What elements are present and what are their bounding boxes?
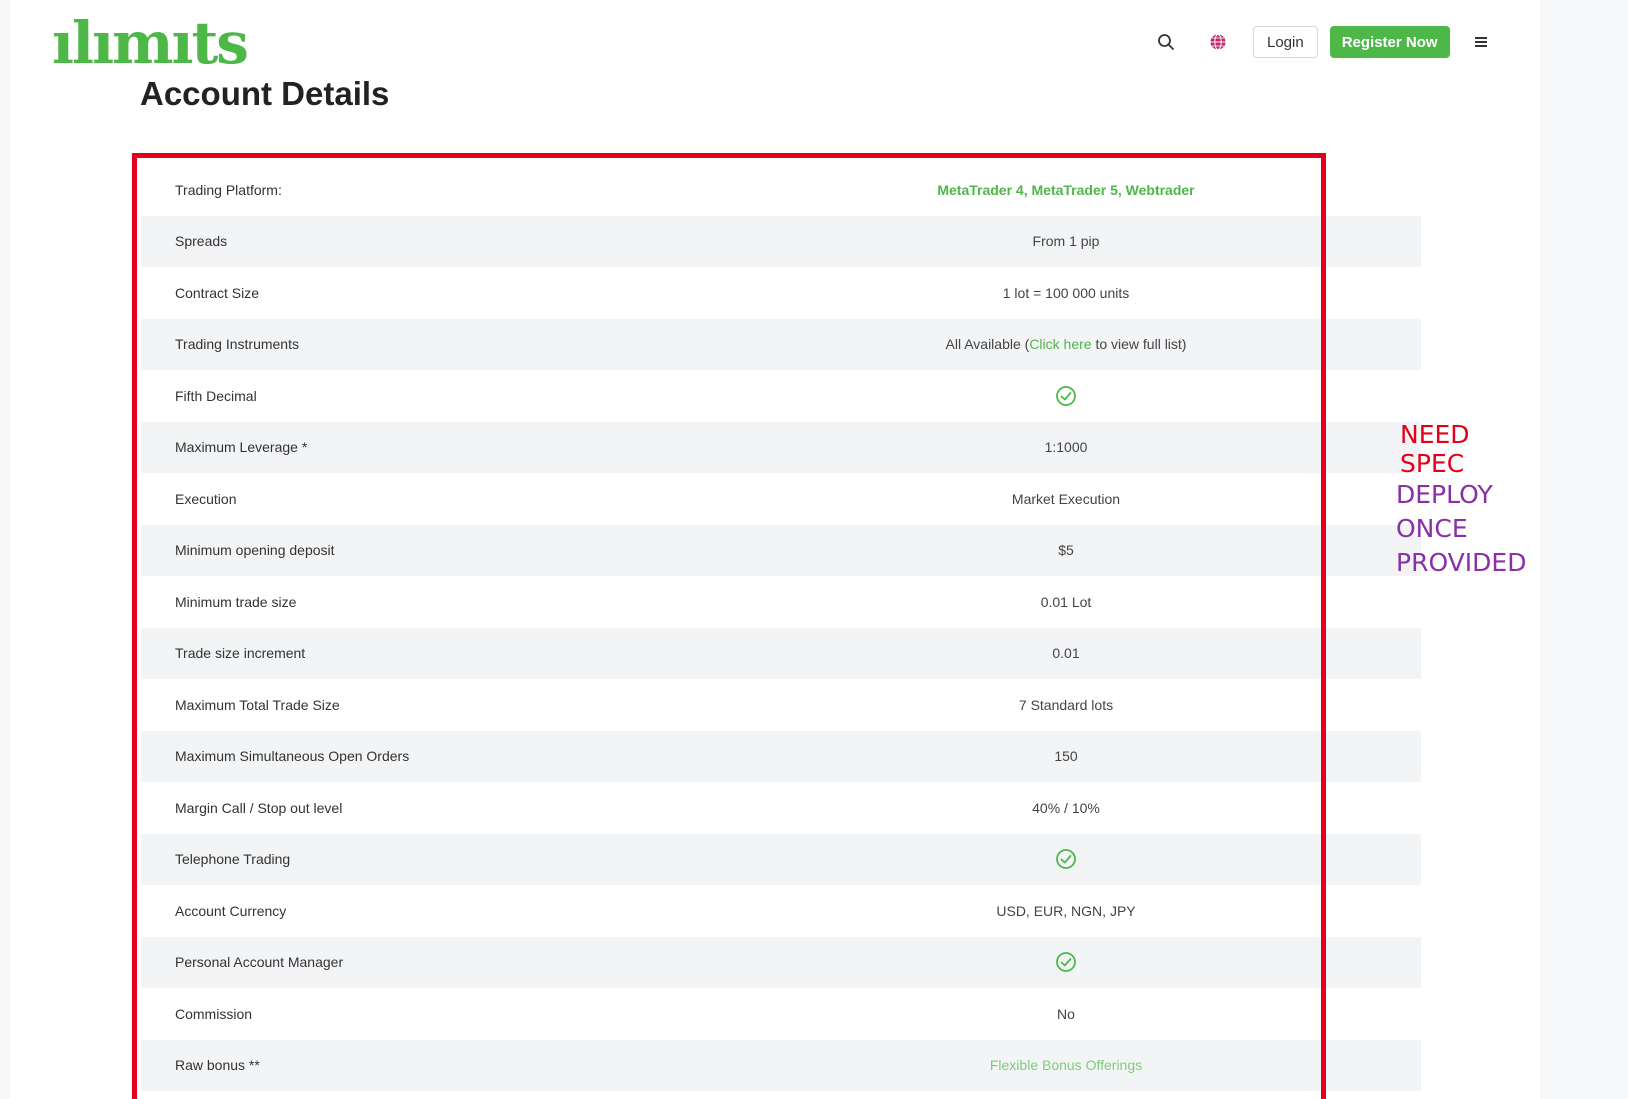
table-row: Minimum trade size 0.01 Lot [141, 576, 1421, 628]
row-label: Margin Call / Stop out level [175, 799, 343, 816]
table-row: Fifth Decimal [141, 370, 1421, 422]
table-row: Trade size increment 0.01 [141, 627, 1421, 679]
row-label: Spreads [175, 233, 228, 250]
row-label: Account Currency [175, 902, 287, 919]
row-value: All Available (Click here to view full l… [811, 336, 1321, 352]
check-circle-icon [1055, 848, 1077, 870]
table-row: Execution Market Execution [141, 473, 1421, 525]
table-row: Maximum Leverage * 1:1000 [141, 421, 1421, 473]
row-value: From 1 pip [1032, 233, 1100, 250]
login-button[interactable]: Login [1253, 26, 1318, 58]
row-value [811, 848, 1321, 870]
table-row: Maximum Total Trade Size 7 Standard lots [141, 679, 1421, 731]
deploy-note-line-2: PROVIDED [1396, 548, 1527, 577]
row-label: Maximum Total Trade Size [175, 696, 340, 713]
row-label: Trading Platform: [175, 181, 282, 198]
view-instruments-link[interactable]: Click here [1029, 336, 1091, 352]
row-value: 150 [1054, 748, 1078, 765]
row-value [811, 951, 1321, 973]
row-label: Contract Size [175, 284, 260, 301]
check-circle-icon [1055, 951, 1077, 973]
row-value: MetaTrader 4, MetaTrader 5, Webtrader [937, 181, 1195, 198]
row-value: 0.01 Lot [1040, 593, 1092, 610]
row-label: Personal Account Manager [175, 954, 344, 971]
row-value: 0.01 [1052, 645, 1080, 662]
row-value: 1:1000 [1044, 439, 1088, 456]
table-row: Commission No [141, 988, 1421, 1040]
row-value: Market Execution [1011, 490, 1121, 507]
value-suffix: to view full list) [1091, 336, 1187, 353]
bonus-offerings-link[interactable]: Flexible Bonus Offerings [811, 1057, 1321, 1073]
row-label: Fifth Decimal [175, 387, 257, 404]
deploy-note-line-1: DEPLOY ONCE [1396, 480, 1493, 543]
row-label: Telephone Trading [175, 851, 291, 868]
table-row: Maximum Simultaneous Open Orders 150 [141, 730, 1421, 782]
register-now-button[interactable]: Register Now [1329, 26, 1450, 58]
check-circle-icon [1055, 385, 1077, 407]
table-row: Raw bonus ** Flexible Bonus Offerings [141, 1039, 1421, 1091]
need-spec-note: NEED SPEC [1400, 420, 1470, 478]
row-label: Raw bonus ** [175, 1057, 260, 1074]
row-value: 40% / 10% [1032, 799, 1100, 816]
table-row: Minimum opening deposit $5 [141, 524, 1421, 576]
row-label: Trade size increment [175, 645, 306, 662]
row-label: Execution [175, 490, 237, 507]
row-value: $5 [1058, 542, 1074, 559]
value-prefix: All Available ( [945, 336, 1030, 353]
row-label: Commission [175, 1005, 253, 1022]
globe-icon[interactable] [1207, 31, 1229, 53]
table-row: Margin Call / Stop out level 40% / 10% [141, 782, 1421, 834]
table-row: Telephone Trading [141, 833, 1421, 885]
row-value: 1 lot = 100 000 units [1002, 284, 1130, 301]
row-label: Minimum trade size [175, 593, 297, 610]
page-container: ılımıts Login Register Now Account Detai… [10, 0, 1540, 1099]
deploy-note: DEPLOY ONCE PROVIDED [1396, 478, 1540, 580]
account-details-table: Trading Platform: MetaTrader 4, MetaTrade… [141, 164, 1421, 1091]
row-value [811, 385, 1321, 407]
row-value: 7 Standard lots [1018, 696, 1114, 713]
table-row: Trading Platform: MetaTrader 4, MetaTrade… [141, 164, 1421, 216]
hamburger-menu-icon[interactable] [1472, 33, 1490, 51]
row-label: Minimum opening deposit [175, 542, 335, 559]
table-row: Account Currency USD, EUR, NGN, JPY [141, 885, 1421, 937]
table-row: Spreads From 1 pip [141, 215, 1421, 267]
row-value: No [1057, 1005, 1075, 1022]
table-row: Contract Size 1 lot = 100 000 units [141, 267, 1421, 319]
page-title: Account Details [140, 75, 390, 112]
row-label: Maximum Leverage * [175, 439, 308, 456]
brand-logo[interactable]: ılımıts [52, 10, 249, 76]
row-value: USD, EUR, NGN, JPY [996, 902, 1136, 919]
search-icon[interactable] [1155, 31, 1177, 53]
row-label: Maximum Simultaneous Open Orders [175, 748, 410, 765]
table-row: Trading Instruments All Available (Click … [141, 318, 1421, 370]
table-row: Personal Account Manager [141, 936, 1421, 988]
header-toolbar: Login Register Now [1155, 26, 1490, 58]
row-label: Trading Instruments [175, 336, 299, 353]
